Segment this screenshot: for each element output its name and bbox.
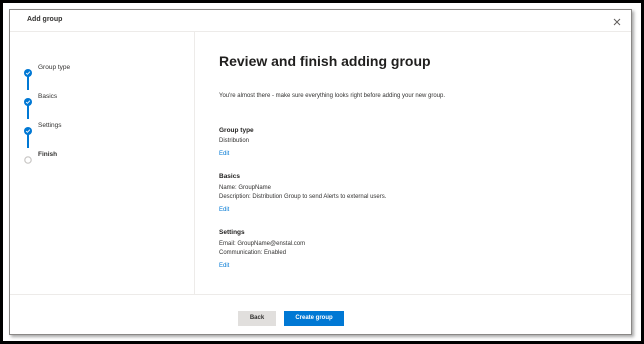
basics-description: Description: Distribution Group to send …	[219, 194, 387, 200]
edit-group-type-link[interactable]: Edit	[219, 151, 229, 157]
create-group-button[interactable]: Create group	[284, 311, 344, 326]
check-circle-icon	[24, 93, 32, 106]
dialog-titlebar: Add group	[10, 10, 631, 32]
review-panel: Review and finish adding group You're al…	[219, 32, 619, 294]
section-heading-settings: Settings	[219, 229, 245, 236]
dialog-footer: Back Create group	[10, 294, 631, 334]
back-button[interactable]: Back	[238, 311, 276, 326]
page-title: Review and finish adding group	[219, 53, 431, 69]
basics-name: Name: GroupName	[219, 185, 272, 191]
section-heading-basics: Basics	[219, 173, 240, 180]
intro-text: You're almost there - make sure everythi…	[219, 93, 446, 99]
step-label: Group type	[38, 64, 71, 71]
section-heading-group-type: Group type	[219, 127, 254, 134]
add-group-dialog: Add group Group type Basics Settings Fin…	[9, 9, 632, 335]
check-circle-icon	[24, 122, 32, 135]
check-circle-icon	[24, 64, 32, 77]
circle-icon	[24, 151, 32, 164]
edit-settings-link[interactable]: Edit	[219, 263, 229, 269]
step-label: Finish	[38, 151, 58, 158]
settings-email: Email: GroupName@enstal.com	[219, 241, 306, 247]
dialog-title: Add group	[27, 16, 63, 23]
screenshot-frame: Add group Group type Basics Settings Fin…	[0, 0, 644, 344]
step-label: Settings	[38, 122, 62, 129]
close-icon[interactable]	[611, 15, 623, 27]
wizard-steps: Group type Basics Settings Finish	[10, 32, 195, 294]
group-type-value: Distribution	[219, 138, 250, 144]
step-label: Basics	[38, 93, 58, 100]
settings-communication: Communication: Enabled	[219, 250, 287, 256]
edit-basics-link[interactable]: Edit	[219, 207, 229, 213]
